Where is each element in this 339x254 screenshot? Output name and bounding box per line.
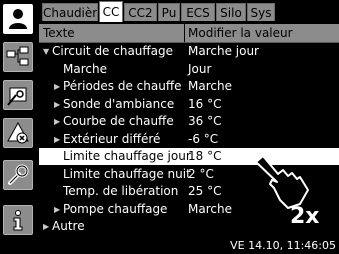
list-item-label: Limite chauffage nuit [63,167,191,181]
column-header: Texte Modifier la valeur [39,24,339,43]
list-item[interactable]: ▶ Périodes de chauffe Marche [39,78,339,95]
list-item-label: Pompe chauffage [63,202,168,216]
sidebar-user-button[interactable] [3,4,33,34]
user-icon [9,9,27,29]
expand-triangle-icon[interactable]: ▶ [54,96,60,113]
list-item-value: 36 °C [188,114,222,128]
sidebar-info-button[interactable] [3,205,33,235]
list-item-label: Marche [63,62,107,76]
warning-icon [7,121,29,144]
sidebar-wrench-button[interactable] [3,160,33,190]
sidebar-tools-screen-button[interactable] [3,80,33,110]
list-item-value: -6 °C [188,132,219,146]
column-header-value: Modifier la valeur [188,26,293,40]
tab-silo[interactable]: Silo [216,3,246,21]
status-bar: VE 14.10, 11:46:05 [39,238,339,254]
tools-screen-icon [7,87,27,106]
list-item-label: Circuit de chauffage [52,44,174,58]
expand-triangle-icon[interactable]: ▶ [43,218,49,235]
list-item-value: Marche jour [188,44,259,58]
list-item[interactable]: ▶ Courbe de chauffe 36 °C [39,113,339,130]
tab-chaudiere[interactable]: Chaudière [42,3,98,21]
tab-sys[interactable]: Sys [247,3,275,21]
sidebar-network-button[interactable] [3,42,33,72]
status-datetime: VE 14.10, 11:46:05 [230,239,336,252]
tab-cc[interactable]: CC [99,1,123,22]
expand-triangle-icon[interactable]: ▶ [54,113,60,130]
tab-cc2[interactable]: CC2 [124,3,157,21]
list-item[interactable]: ▼ Circuit de chauffage Marche jour [39,43,339,60]
collapse-triangle-icon[interactable]: ▼ [43,43,49,60]
list-item-value: Marche [188,79,232,93]
list-item-value: 16 °C [188,97,222,111]
list-item[interactable]: ▶ Sonde d'ambiance 16 °C [39,96,339,113]
expand-triangle-icon[interactable]: ▶ [54,201,60,218]
list-item-label: Périodes de chauffe [63,79,182,93]
list-item[interactable]: Marche Jour [39,61,339,78]
list-item-label: Extérieur différé [63,132,161,146]
list-item-label: Sonde d'ambiance [63,97,175,111]
double-tap-hand-icon: 2x [251,148,320,228]
list-item-label: Temp. de libération [63,184,179,198]
list-item-value: 25 °C [188,184,222,198]
list-item-label: Courbe de chauffe [63,114,174,128]
tab-pu[interactable]: Pu [158,3,180,21]
tab-bar: Chaudière CC CC2 Pu ECS Silo Sys [39,0,339,22]
tab-ecs[interactable]: ECS [181,3,215,21]
info-icon [13,210,23,231]
expand-triangle-icon[interactable]: ▶ [54,131,60,148]
network-icon [6,46,29,66]
gesture-count-label: 2x [290,204,320,228]
list-item-label: Autre [52,219,85,233]
column-header-text: Texte [43,26,75,40]
list-item-value: 18 °C [188,149,222,163]
expand-triangle-icon[interactable]: ▶ [54,78,60,95]
column-divider [184,24,185,42]
list-item-value: Marche [188,202,232,216]
sidebar-warning-button[interactable] [3,118,33,148]
list-item-label: Limite chauffage jour [63,149,191,163]
list-item-value: 2 °C [188,167,214,181]
sidebar [0,0,39,254]
wrench-icon [8,164,29,185]
list-item-value: Jour [188,62,212,76]
list-item[interactable]: ▶ Extérieur différé -6 °C [39,131,339,148]
